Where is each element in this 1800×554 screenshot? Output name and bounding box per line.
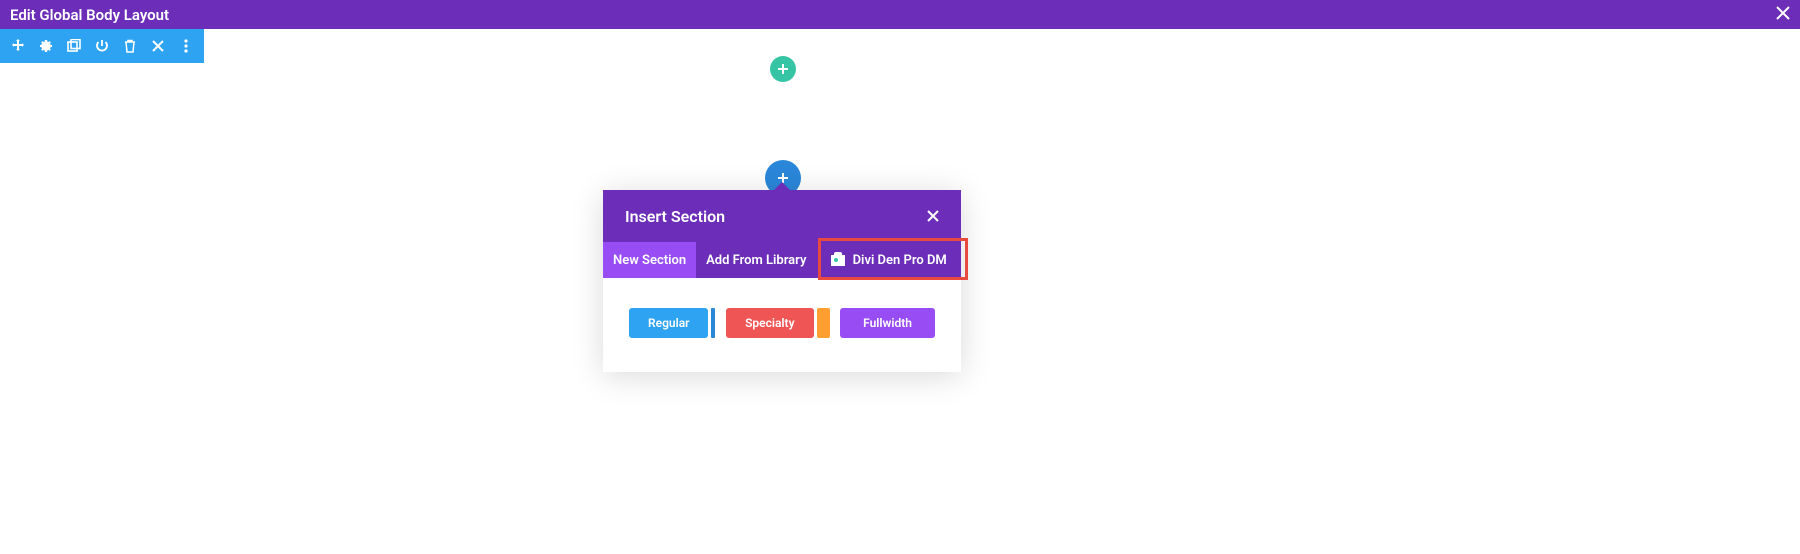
camera-icon xyxy=(831,255,845,266)
regular-button[interactable]: Regular xyxy=(629,308,708,338)
button-label: Regular xyxy=(648,316,689,330)
specialty-group: Specialty xyxy=(726,308,829,338)
tab-label: Divi Den Pro DM xyxy=(853,253,947,268)
modal-body: Regular Specialty Fullwidth xyxy=(603,278,961,372)
tab-label: Add From Library xyxy=(706,253,806,268)
tab-divi-den-pro[interactable]: Divi Den Pro DM xyxy=(816,242,961,278)
page-title: Edit Global Body Layout xyxy=(10,6,169,24)
add-section-button[interactable] xyxy=(770,56,796,82)
insert-section-modal: Insert Section New Section Add From Libr… xyxy=(603,190,961,372)
modal-title: Insert Section xyxy=(625,207,725,226)
move-icon[interactable] xyxy=(10,38,26,54)
fullwidth-button[interactable]: Fullwidth xyxy=(840,308,935,338)
modal-close-icon[interactable] xyxy=(927,207,939,226)
more-icon[interactable] xyxy=(178,38,194,54)
button-label: Fullwidth xyxy=(863,316,912,330)
gear-icon[interactable] xyxy=(38,38,54,54)
tab-add-from-library[interactable]: Add From Library xyxy=(696,242,816,278)
top-bar: Edit Global Body Layout xyxy=(0,0,1800,29)
modal-tabs: New Section Add From Library Divi Den Pr… xyxy=(603,242,961,278)
specialty-button[interactable]: Specialty xyxy=(726,308,813,338)
power-icon[interactable] xyxy=(94,38,110,54)
modal-header: Insert Section xyxy=(603,190,961,242)
close-icon[interactable] xyxy=(150,38,166,54)
close-icon[interactable] xyxy=(1776,4,1790,25)
tab-new-section[interactable]: New Section xyxy=(603,242,696,278)
regular-accent xyxy=(711,308,715,338)
duplicate-icon[interactable] xyxy=(66,38,82,54)
button-label: Specialty xyxy=(745,316,794,330)
section-toolbar xyxy=(0,29,204,63)
delete-icon[interactable] xyxy=(122,38,138,54)
regular-group: Regular xyxy=(629,308,715,338)
tab-label: New Section xyxy=(613,253,686,268)
specialty-accent xyxy=(817,308,830,338)
